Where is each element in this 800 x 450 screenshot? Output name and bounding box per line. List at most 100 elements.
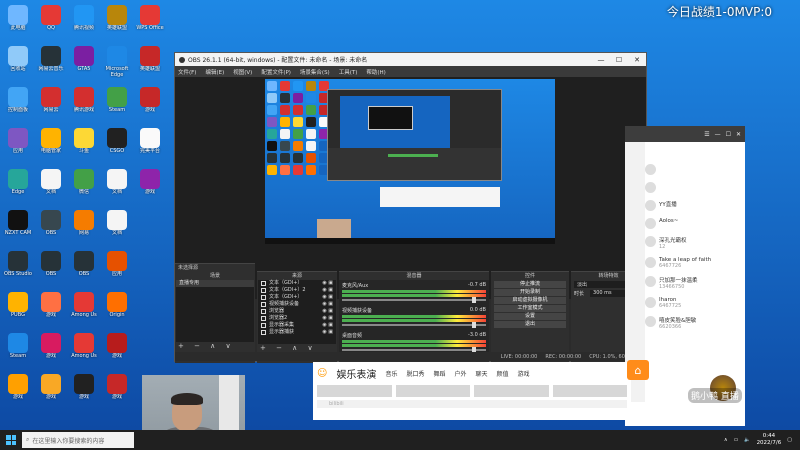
tab-games[interactable]: 游戏 [518, 369, 530, 378]
control-button[interactable]: 退出 [494, 321, 566, 328]
desktop-icon[interactable]: 游戏 [35, 330, 67, 371]
slider-handle[interactable] [472, 322, 476, 328]
minimize-icon[interactable]: — [715, 131, 721, 138]
desktop-icon[interactable]: 游戏 [134, 84, 166, 125]
control-button[interactable]: 停止推流 [494, 281, 566, 288]
desktop-icon[interactable]: 游戏 [68, 371, 100, 412]
desktop-icon[interactable]: 腾讯游戏 [68, 84, 100, 125]
desktop-icon[interactable]: NZXT CAM [2, 207, 34, 248]
visibility-lock-icons[interactable]: ◉ ▣ [322, 294, 336, 301]
chat-item[interactable] [645, 164, 745, 175]
close-button[interactable]: ✕ [628, 56, 646, 64]
desktop-icon[interactable]: 文档 [101, 166, 133, 207]
maximize-button[interactable]: ☐ [610, 56, 628, 64]
control-button[interactable]: 设置 [494, 313, 566, 320]
taskbar-search[interactable]: ⌕ 在这里输入你要搜索的内容 [22, 432, 134, 448]
desktop-icon[interactable]: Edge [2, 166, 34, 207]
desktop-icon[interactable]: 应用 [101, 248, 133, 289]
source-item[interactable]: 显示器捕获 ◉ ▣ [258, 329, 336, 336]
thumbnail[interactable] [474, 385, 549, 397]
visibility-lock-icons[interactable]: ◉ ▣ [322, 301, 336, 308]
menu-help[interactable]: 帮助(H) [366, 68, 385, 76]
desktop-icon[interactable]: 英雄联盟 [101, 2, 133, 43]
scenes-footer[interactable]: + − ∧ ∨ [175, 342, 255, 352]
chat-item[interactable] [645, 182, 745, 193]
menu-icon[interactable]: ☰ [704, 131, 709, 138]
tab-looks[interactable]: 颜值 [497, 369, 509, 378]
desktop-icon[interactable]: CSGO [101, 125, 133, 166]
desktop-icon[interactable]: 网易云音乐 [35, 43, 67, 84]
chat-item[interactable]: Aolos~ [645, 218, 745, 229]
desktop-icon[interactable]: QQ [35, 2, 67, 43]
desktop-icon[interactable]: Microsoft Edge [101, 43, 133, 84]
desktop-icon[interactable]: 文档 [101, 207, 133, 248]
control-button[interactable]: 启动虚拟摄像机 [494, 297, 566, 304]
slider-handle[interactable] [472, 297, 476, 303]
thumbnail[interactable] [552, 385, 627, 397]
desktop-icon[interactable]: OBS [35, 248, 67, 289]
desktop-icon[interactable]: 英雄联盟 [134, 43, 166, 84]
volume-icon[interactable]: 🔈 [744, 437, 750, 443]
bili-search-input[interactable]: bilibili [317, 400, 627, 408]
desktop-icon[interactable]: Among Us [68, 330, 100, 371]
desktop-icon[interactable]: WPS Office [134, 2, 166, 43]
source-item[interactable]: 文本（GDI+） ◉ ▣ [258, 280, 336, 287]
visibility-lock-icons[interactable]: ◉ ▣ [322, 280, 336, 287]
source-item[interactable]: 文本（GDI+） ◉ ▣ [258, 294, 336, 301]
menu-file[interactable]: 文件(F) [178, 68, 196, 76]
menu-profile[interactable]: 配置文件(P) [261, 68, 291, 76]
visibility-lock-icons[interactable]: ◉ ▣ [322, 308, 336, 315]
control-button[interactable]: 开始录制 [494, 289, 566, 296]
thumbnail[interactable] [395, 385, 470, 397]
menu-tools[interactable]: 工具(T) [339, 68, 358, 76]
desktop-icon[interactable]: 游戏 [134, 166, 166, 207]
desktop-icon[interactable]: 电脑管家 [35, 125, 67, 166]
volume-slider[interactable] [342, 322, 486, 328]
tab-chat[interactable]: 聊天 [476, 369, 488, 378]
notification-icon[interactable]: ▢ [787, 437, 792, 443]
source-item[interactable]: 浏览器2 ◉ ▣ [258, 315, 336, 322]
desktop-icon[interactable]: 控制面板 [2, 84, 34, 125]
source-item[interactable]: 视频捕获设备 ◉ ▣ [258, 301, 336, 308]
visibility-lock-icons[interactable]: ◉ ▣ [322, 287, 336, 294]
desktop-icon[interactable]: Among Us [68, 289, 100, 330]
desktop-icon[interactable]: 腾讯视频 [68, 2, 100, 43]
control-button[interactable]: 工作室模式 [494, 305, 566, 312]
desktop-icon[interactable]: OBS Studio [2, 248, 34, 289]
tab-outdoor[interactable]: 户外 [454, 369, 466, 378]
desktop-icon[interactable]: 斗鱼 [68, 125, 100, 166]
desktop-icon[interactable]: Steam [2, 330, 34, 371]
desktop-icon[interactable]: 此电脑 [2, 2, 34, 43]
clock[interactable]: 0:44 2022/7/6 [757, 433, 782, 447]
tab-talkshow[interactable]: 脱口秀 [406, 369, 424, 378]
chat-item[interactable]: 深孔光霸权 12 [645, 236, 745, 250]
visibility-lock-icons[interactable]: ◉ ▣ [322, 315, 336, 322]
desktop-icon[interactable]: 应用 [2, 125, 34, 166]
menu-view[interactable]: 视图(V) [233, 68, 252, 76]
desktop-icon[interactable]: 游戏 [35, 371, 67, 412]
home-button[interactable]: ⌂ [627, 360, 649, 380]
obs-window[interactable]: OBS 26.1.1 (64-bit, windows) - 配置文件: 未命名… [174, 52, 647, 363]
desktop-icon[interactable]: 回收站 [2, 43, 34, 84]
chevron-up-icon[interactable]: ∧ [724, 437, 728, 443]
desktop-icon[interactable]: Origin [101, 289, 133, 330]
desktop-icon[interactable]: GTA5 [68, 43, 100, 84]
desktop-icon[interactable]: 游戏 [101, 330, 133, 371]
desktop-icon[interactable]: 文档 [35, 166, 67, 207]
scene-item[interactable]: 直播专用 [176, 280, 254, 287]
visibility-lock-icons[interactable]: ◉ ▣ [322, 322, 336, 329]
desktop-icon[interactable]: OBS [35, 207, 67, 248]
chat-item[interactable]: YY直播 [645, 200, 745, 211]
chat-item[interactable]: 嘻皮笑脸&胆敏 6620366 [645, 316, 745, 330]
source-item[interactable]: 文本（GDI+）2 ◉ ▣ [258, 287, 336, 294]
source-item[interactable]: 显示器采集 ◉ ▣ [258, 322, 336, 329]
volume-slider[interactable] [342, 297, 486, 303]
visibility-lock-icons[interactable]: ◉ ▣ [322, 329, 336, 336]
source-item[interactable]: 浏览器 ◉ ▣ [258, 308, 336, 315]
menu-scene-collection[interactable]: 场景集合(S) [300, 68, 330, 76]
tab-dance[interactable]: 舞蹈 [433, 369, 445, 378]
desktop-icon[interactable]: 网易 [68, 207, 100, 248]
desktop-icon[interactable]: 网易云 [35, 84, 67, 125]
obs-titlebar[interactable]: OBS 26.1.1 (64-bit, windows) - 配置文件: 未命名… [175, 53, 646, 66]
desktop-icon[interactable]: PUBG [2, 289, 34, 330]
